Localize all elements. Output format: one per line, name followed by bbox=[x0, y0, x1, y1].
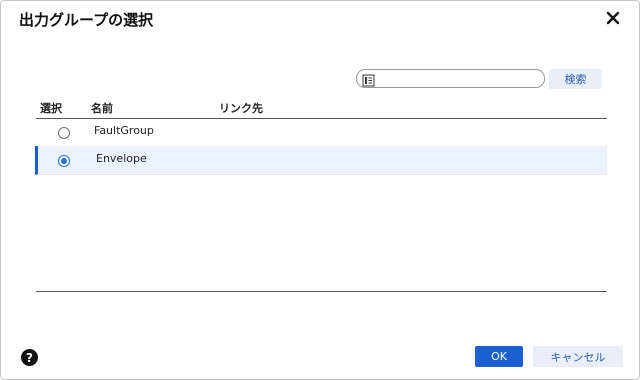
row-radio-selected[interactable] bbox=[58, 155, 70, 167]
column-header-name: 名前 bbox=[91, 102, 113, 115]
row-radio[interactable] bbox=[58, 127, 70, 139]
dialog-title: 出力グループの選択 bbox=[19, 11, 154, 29]
column-header-select: 選択 bbox=[40, 102, 62, 115]
output-group-table: 選択 名前 リンク先 FaultGroup Envelope bbox=[35, 96, 607, 292]
help-icon[interactable]: ? bbox=[21, 349, 38, 366]
table-row-selected[interactable]: Envelope bbox=[35, 146, 607, 175]
list-icon bbox=[362, 72, 375, 87]
output-group-dialog: 出力グループの選択 検索 選択 名前 リンク先 FaultGroup Envel… bbox=[0, 0, 640, 380]
table-bottom-border bbox=[36, 291, 607, 292]
search-input[interactable] bbox=[377, 70, 537, 87]
search-box bbox=[356, 69, 545, 88]
table-header: 選択 名前 リンク先 bbox=[36, 96, 607, 119]
close-icon[interactable] bbox=[604, 9, 622, 27]
ok-button[interactable]: OK bbox=[475, 346, 523, 367]
cancel-button[interactable]: キャンセル bbox=[533, 346, 623, 367]
table-row[interactable]: FaultGroup bbox=[36, 118, 607, 147]
row-name: Envelope bbox=[96, 152, 147, 165]
search-button[interactable]: 検索 bbox=[549, 69, 602, 89]
row-name: FaultGroup bbox=[94, 124, 154, 137]
column-header-link-target: リンク先 bbox=[219, 102, 263, 115]
